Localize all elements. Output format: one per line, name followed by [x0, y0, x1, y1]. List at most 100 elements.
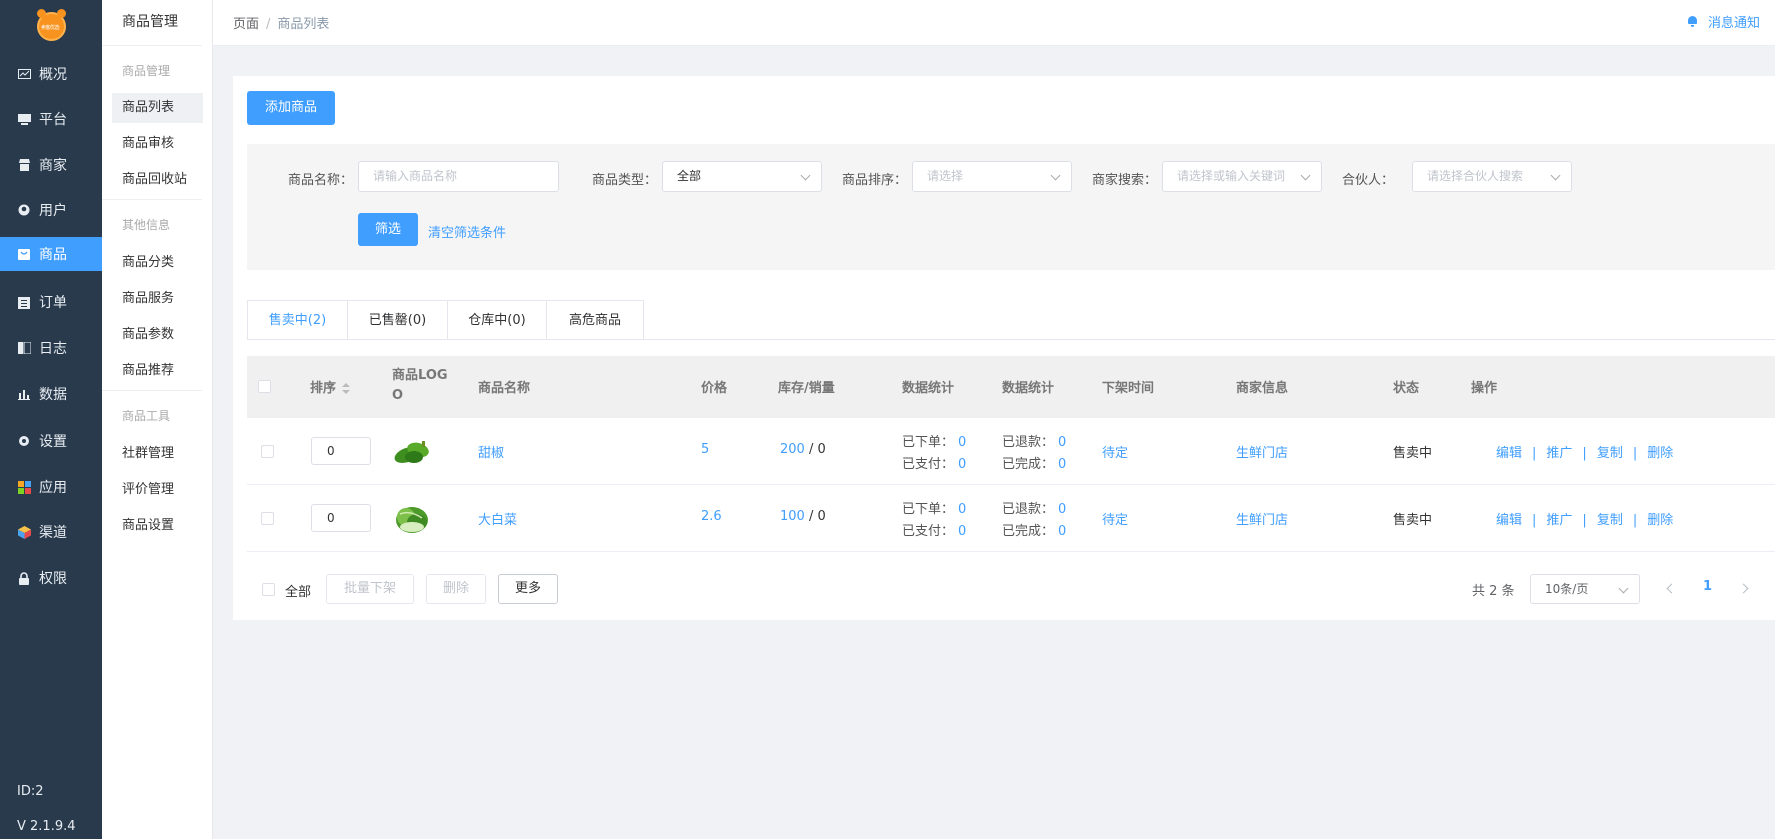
tab-sold-out[interactable]: 已售罄(0) [348, 300, 448, 340]
submenu-item-goods-review[interactable]: 商品审核 [112, 129, 203, 159]
cube-icon [17, 525, 31, 539]
price-value: 2.6 [701, 509, 722, 524]
stock-value[interactable]: 100 [780, 509, 805, 524]
batch-off-shelf-button[interactable]: 批量下架 [326, 574, 414, 604]
nav-item-settings[interactable]: 设置 [0, 424, 102, 458]
edit-link[interactable]: 编辑 [1496, 513, 1522, 528]
submenu-item-recycle-bin[interactable]: 商品回收站 [112, 165, 203, 195]
merchant-link[interactable]: 生鲜门店 [1236, 509, 1288, 528]
select-all-checkbox[interactable] [258, 380, 271, 393]
prev-page-icon[interactable] [1666, 583, 1677, 594]
submenu-item-service[interactable]: 商品服务 [112, 284, 203, 314]
column-header-merchant: 商家信息 [1236, 381, 1289, 396]
tab-on-sale[interactable]: 售卖中(2) [247, 300, 348, 340]
nav-item-logs[interactable]: 日志 [0, 331, 102, 365]
stat-paid: 已支付： 0 [902, 457, 967, 472]
submenu-item-params[interactable]: 商品参数 [112, 320, 203, 350]
sales-value: 0 [817, 509, 826, 524]
breadcrumb: 页面 / 商品列表 [233, 17, 330, 32]
more-button[interactable]: 更多 [498, 574, 558, 604]
monitor-icon [17, 112, 31, 126]
filter-button[interactable]: 筛选 [358, 213, 418, 246]
goods-sort-select[interactable]: 请选择 [912, 161, 1072, 192]
stat-ordered: 已下单： 0 [902, 435, 967, 450]
divider [247, 339, 1775, 340]
column-header-price: 价格 [701, 381, 728, 396]
divider [102, 390, 202, 391]
book-icon [17, 341, 31, 355]
bulk-select-all-checkbox[interactable] [262, 583, 275, 596]
nav-item-permissions[interactable]: 权限 [0, 561, 102, 595]
nav-item-merchant[interactable]: 商家 [0, 148, 102, 182]
nav-item-apps[interactable]: 应用 [0, 470, 102, 504]
nav-item-data[interactable]: 数据 [0, 377, 102, 411]
partner-search-select[interactable]: 请选择合伙人搜索 [1412, 161, 1572, 192]
main-card: 添加商品 商品名称： 请输入商品名称 商品类型： 全部 商品排序： 请选择 商家… [233, 76, 1775, 620]
promote-link[interactable]: 推广 [1546, 446, 1572, 461]
delete-link[interactable]: 删除 [1647, 513, 1673, 528]
offtime-link[interactable]: 待定 [1102, 509, 1128, 528]
table-row: 0 大白菜 2.6 100 / 0 已下单： 0 已支付： 0 已退款： 0 已完成：… [247, 485, 1775, 552]
logo[interactable]: 卖客优选 [37, 9, 66, 41]
clear-filters-link[interactable]: 清空筛选条件 [428, 222, 506, 241]
tab-warehouse[interactable]: 仓库中(0) [448, 300, 547, 340]
row-checkbox[interactable] [261, 512, 274, 525]
page-size-select[interactable]: 10条/页 [1530, 574, 1640, 604]
offtime-link[interactable]: 待定 [1102, 442, 1128, 461]
copy-link[interactable]: 复制 [1597, 446, 1623, 461]
goods-name-input[interactable]: 请输入商品名称 [358, 161, 559, 192]
nav-item-goods[interactable]: 商品 [0, 237, 102, 271]
nav-item-platform[interactable]: 平台 [0, 102, 102, 136]
user-id-text: ID:2 [17, 784, 44, 799]
sort-order-input[interactable]: 0 [311, 437, 371, 465]
promote-link[interactable]: 推广 [1546, 513, 1572, 528]
submenu-item-community[interactable]: 社群管理 [112, 439, 203, 469]
nav-item-overview[interactable]: 概况 [0, 57, 102, 91]
edit-link[interactable]: 编辑 [1496, 446, 1522, 461]
submenu-item-goods-settings[interactable]: 商品设置 [112, 511, 203, 541]
nav-item-orders[interactable]: 订单 [0, 285, 102, 319]
table-header: 排序 商品LOGO 商品名称 价格 库存/销量 数据统计 数据统计 下架时间 商… [247, 356, 1775, 418]
product-name-link[interactable]: 大白菜 [478, 509, 517, 528]
filter-panel: 商品名称： 请输入商品名称 商品类型： 全部 商品排序： 请选择 商家搜索： 请… [247, 144, 1775, 270]
copy-link[interactable]: 复制 [1597, 513, 1623, 528]
gear-icon [17, 434, 31, 448]
filter-name-label: 商品名称： [288, 173, 354, 188]
submenu-item-reviews[interactable]: 评价管理 [112, 475, 203, 505]
breadcrumb-item[interactable]: 页面 [233, 17, 259, 32]
submenu-item-recommend[interactable]: 商品推荐 [112, 356, 203, 386]
submenu-item-category[interactable]: 商品分类 [112, 248, 203, 278]
batch-delete-button[interactable]: 删除 [426, 574, 486, 604]
add-goods-button[interactable]: 添加商品 [247, 91, 335, 125]
merchant-link[interactable]: 生鲜门店 [1236, 442, 1288, 461]
column-header-name: 商品名称 [478, 381, 531, 396]
column-header-logo: 商品LOGO [392, 368, 448, 403]
sales-value: 0 [817, 442, 826, 457]
product-name-link[interactable]: 甜椒 [478, 442, 504, 461]
divider [102, 199, 202, 200]
select-all-label: 全部 [285, 585, 312, 600]
stat-done: 已完成： 0 [1002, 524, 1067, 539]
sort-order-input[interactable]: 0 [311, 504, 371, 532]
next-page-icon[interactable] [1738, 583, 1749, 594]
delete-link[interactable]: 删除 [1647, 446, 1673, 461]
stock-value[interactable]: 200 [780, 442, 805, 457]
merchant-search-select[interactable]: 请选择或输入关键词 [1162, 161, 1322, 192]
column-header-sort[interactable]: 排序 [310, 377, 351, 396]
current-page[interactable]: 1 [1703, 579, 1712, 594]
nav-item-user[interactable]: 用户 [0, 193, 102, 227]
divider [102, 45, 202, 46]
clipboard-icon [17, 295, 31, 309]
column-header-actions: 操作 [1471, 381, 1498, 396]
goods-type-select[interactable]: 全部 [662, 161, 822, 192]
column-header-stock: 库存/销量 [778, 381, 835, 396]
column-header-offtime: 下架时间 [1102, 381, 1155, 396]
chevron-down-icon [1618, 583, 1629, 594]
tab-high-risk[interactable]: 高危商品 [547, 300, 644, 340]
submenu-item-goods-list[interactable]: 商品列表 [112, 93, 203, 123]
version-text: V 2.1.9.4 [17, 819, 76, 834]
column-header-stats: 数据统计 [902, 381, 955, 396]
row-checkbox[interactable] [261, 445, 274, 458]
notifications-link[interactable]: 消息通知 [1687, 12, 1760, 31]
nav-item-channels[interactable]: 渠道 [0, 515, 102, 549]
